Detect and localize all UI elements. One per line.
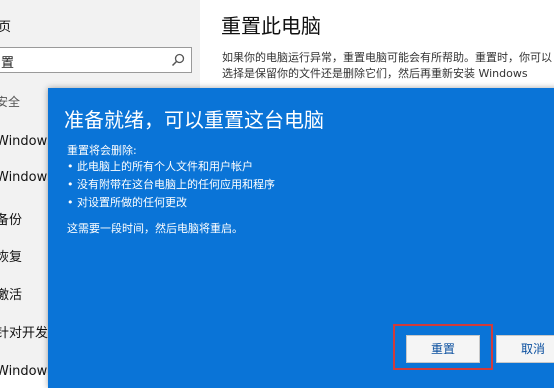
page-title: 重置此电脑 — [221, 14, 321, 38]
list-item-text: 对设置所做的任何更改 — [77, 196, 187, 209]
list-item: • 没有附带在这台电脑上的任何应用和程序 — [67, 176, 275, 194]
search-placeholder: 置 — [1, 56, 15, 71]
dialog-intro: 重置将会删除: — [67, 144, 137, 157]
sidebar-section-security: 安全 — [0, 95, 21, 109]
reset-dialog: 准备就绪，可以重置这台电脑 重置将会删除: • 此电脑上的所有个人文件和用户帐户 … — [48, 88, 554, 388]
search-input[interactable]: 置 — [0, 47, 192, 73]
sidebar-item-backup[interactable]: 备份 — [0, 209, 22, 228]
search-icon[interactable] — [171, 53, 185, 67]
list-item-text: 此电脑上的所有个人文件和用户帐户 — [77, 160, 253, 173]
dialog-note: 这需要一段时间，然后电脑将重启。 — [67, 222, 243, 235]
dialog-title: 准备就绪，可以重置这台电脑 — [64, 108, 324, 132]
removal-list: • 此电脑上的所有个人文件和用户帐户 • 没有附带在这台电脑上的任何应用和程序 • 对… — [67, 158, 275, 212]
list-item-text: 没有附带在这台电脑上的任何应用和程序 — [77, 178, 275, 191]
reset-button[interactable]: 重置 — [406, 335, 480, 363]
bullet: • — [67, 160, 74, 173]
cancel-button[interactable]: 取消 — [496, 335, 554, 363]
sidebar-item-home[interactable]: 页 — [0, 16, 11, 35]
list-item: • 此电脑上的所有个人文件和用户帐户 — [67, 158, 275, 176]
bullet: • — [67, 196, 74, 209]
sidebar-item-recovery[interactable]: 恢复 — [0, 246, 22, 265]
sidebar-item-activation[interactable]: 激活 — [0, 284, 22, 303]
list-item: • 对设置所做的任何更改 — [67, 194, 275, 212]
page-description: 如果你的电脑运行异常，重置电脑可能会有所帮助。重置时，你可以选择是保留你的文件还… — [222, 51, 552, 80]
bullet: • — [67, 178, 74, 191]
